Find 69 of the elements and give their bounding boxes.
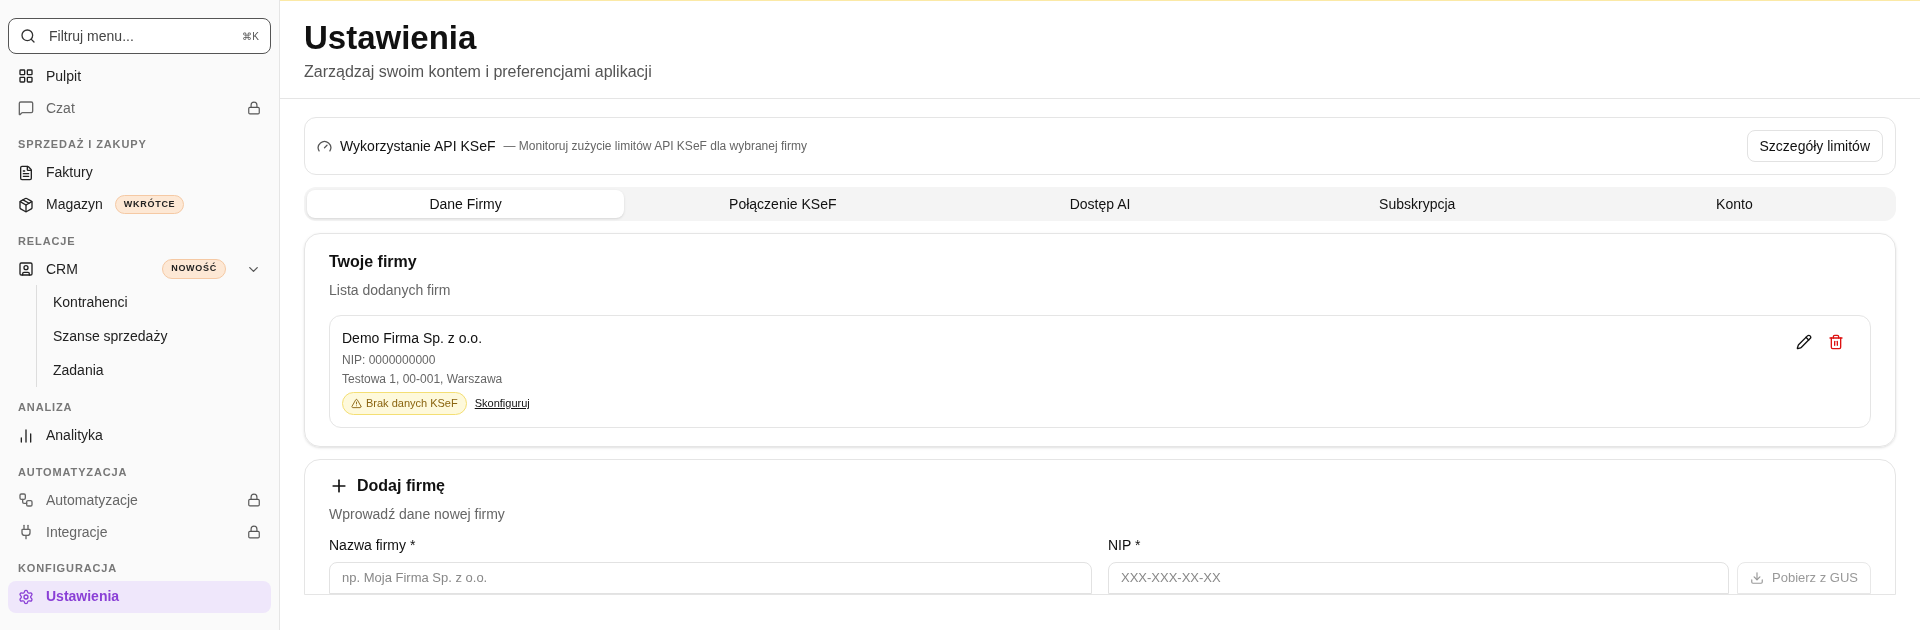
field-label: NIP *	[1108, 535, 1142, 555]
section-title: Twoje firmy	[329, 252, 418, 273]
menu-item[interactable]: Faktury	[8, 156, 271, 189]
menu-label: Integracje	[46, 522, 108, 542]
lock-icon	[247, 101, 261, 115]
plug-icon	[18, 524, 34, 540]
card-title: Wykorzystanie API KSeF	[340, 136, 496, 156]
workflow-icon	[18, 492, 34, 508]
section-title: Dodaj firmę	[357, 475, 445, 496]
menu-item[interactable]: Pulpit	[8, 60, 271, 92]
menu-item[interactable]: Automatyzacje	[8, 484, 271, 516]
menu-item[interactable]: Ustawienia	[8, 580, 271, 613]
company-nip: NIP: 0000000000	[342, 352, 437, 370]
menu-label: Analityka	[46, 426, 103, 445]
page-subtitle: Zarządzaj swoim kontem i preferencjami aplikacji	[304, 62, 653, 83]
limits-button[interactable]: Szczegóły limitów	[1746, 130, 1883, 163]
section-subtitle: Wprowadź dane nowej firmy	[329, 504, 506, 524]
section-heading: KONFIGURACJA	[17, 561, 119, 576]
page-title: Ustawienia	[304, 18, 478, 58]
edit-icon[interactable]	[1796, 334, 1812, 351]
menu-item[interactable]: CRM NOWOŚĆ	[8, 253, 271, 285]
gauge-icon	[317, 138, 332, 154]
tab[interactable]: Konto	[1575, 190, 1893, 219]
chat-icon	[18, 100, 34, 116]
card-description: — Monitoruj zużycie limitów API KSeF dla wybranej firmy	[503, 138, 807, 156]
menu-label: Automatyzacje	[46, 490, 138, 510]
menu-label: Ustawienia	[46, 587, 120, 606]
tab[interactable]: Subskrypcja	[1258, 190, 1576, 219]
badge: NOWOŚĆ	[162, 259, 226, 279]
menu-label: CRM	[46, 259, 78, 279]
document-icon	[18, 164, 34, 181]
menu-item[interactable]: Magazyn WKRÓTCE	[8, 188, 271, 221]
bar-chart-icon	[18, 427, 34, 444]
company-name: Demo Firma Sp. z o.o.	[342, 329, 484, 349]
tab[interactable]: Połączenie KSeF	[624, 190, 942, 219]
submenu-item[interactable]: Kontrahenci	[37, 285, 271, 319]
lock-icon	[247, 493, 261, 507]
menu-label: Magazyn	[46, 195, 103, 214]
download-icon	[1750, 570, 1764, 585]
tab[interactable]: Dane Firmy	[307, 190, 625, 219]
delete-icon[interactable]	[1828, 334, 1844, 351]
submenu-item[interactable]: Zadania	[37, 353, 271, 387]
section-heading: SPRZEDAŻ I ZAKUPY	[17, 137, 148, 152]
settings-icon	[18, 588, 34, 605]
company-address: Testowa 1, 00-001, Warszawa	[342, 371, 504, 389]
menu-item[interactable]: Analityka	[8, 419, 271, 452]
section-heading: AUTOMATYZACJA	[17, 464, 129, 480]
contact-card-icon	[18, 261, 34, 277]
menu-item[interactable]: Czat	[8, 92, 271, 124]
badge: WKRÓTCE	[114, 194, 185, 215]
tab[interactable]: Dostęp AI	[941, 190, 1259, 219]
submenu-item[interactable]: Szanse sprzedaży	[37, 319, 271, 353]
text-field[interactable]: np. Moja Firma Sp. z o.o.	[329, 561, 1092, 594]
section-subtitle: Lista dodanych firm	[329, 281, 452, 301]
shortcut-hint: ⌘K	[242, 30, 259, 44]
menu-label: Czat	[46, 98, 75, 118]
field-label: Nazwa firmy *	[329, 535, 417, 555]
section-heading: RELACJE	[17, 233, 77, 249]
menu-label: Faktury	[46, 163, 93, 182]
search-icon	[20, 28, 36, 44]
box-icon	[18, 196, 34, 213]
lock-icon	[247, 525, 261, 539]
configure-link[interactable]: Skonfiguruj	[474, 395, 530, 412]
section-heading: ANALIZA	[17, 400, 74, 415]
text-field[interactable]: XXX-XXX-XX-XX	[1108, 561, 1729, 594]
menu-item[interactable]: Integracje	[8, 516, 271, 548]
dashboard-icon	[18, 68, 34, 84]
warning-badge: Brak danych KSeF	[342, 392, 467, 415]
menu-label: Pulpit	[46, 66, 82, 86]
